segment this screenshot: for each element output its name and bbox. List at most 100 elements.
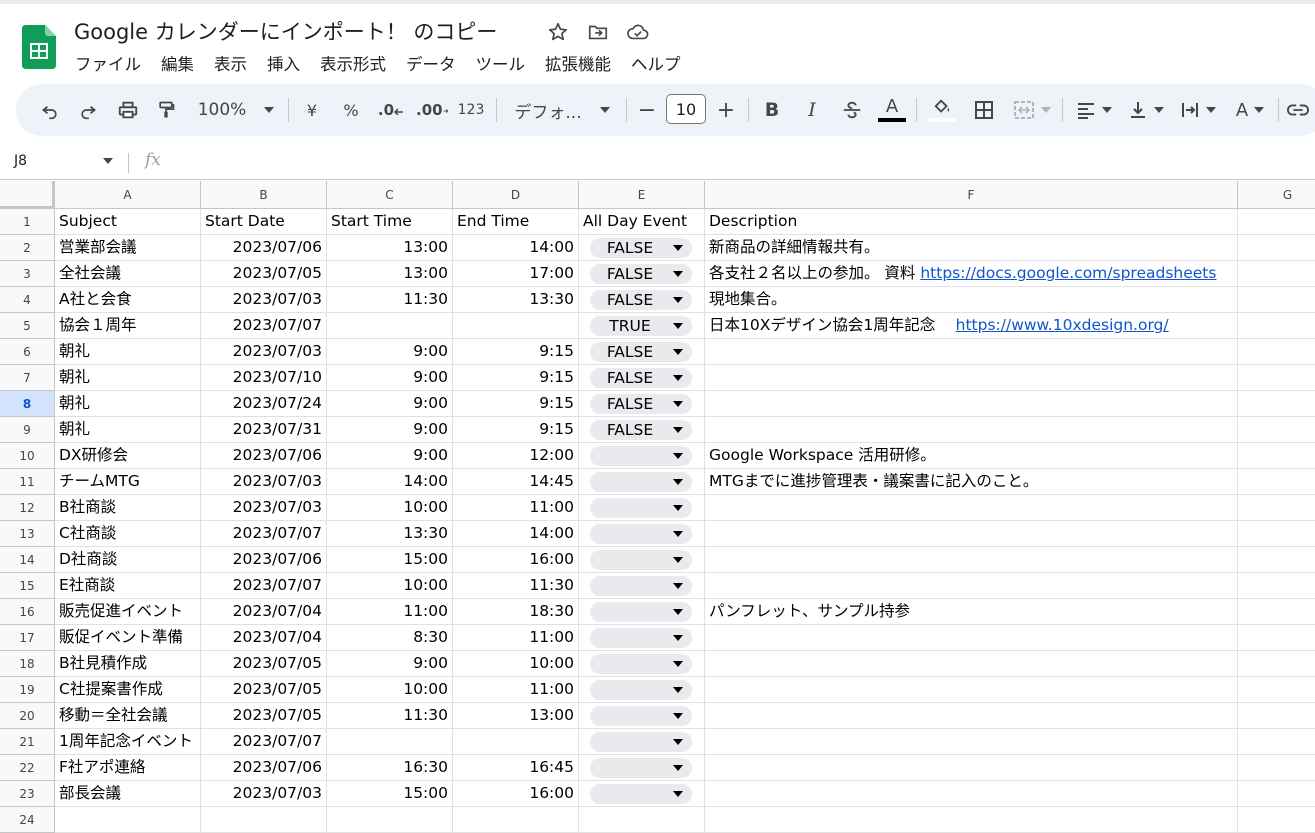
menu-insert[interactable]: 挿入 bbox=[267, 51, 300, 75]
cell[interactable] bbox=[579, 677, 705, 703]
cell[interactable] bbox=[453, 807, 579, 833]
borders-icon[interactable] bbox=[970, 84, 998, 136]
cell[interactable]: 移動＝全社会議 bbox=[55, 703, 201, 729]
cell[interactable]: Start Time bbox=[327, 209, 453, 235]
cell[interactable] bbox=[453, 729, 579, 755]
cell[interactable] bbox=[1238, 313, 1315, 339]
cell[interactable]: Start Date bbox=[201, 209, 327, 235]
cell[interactable] bbox=[55, 807, 201, 833]
cell[interactable] bbox=[579, 495, 705, 521]
cell[interactable]: A社と会食 bbox=[55, 287, 201, 313]
cell[interactable]: C社提案書作成 bbox=[55, 677, 201, 703]
row-header[interactable]: 5 bbox=[0, 313, 55, 339]
row-header[interactable]: 7 bbox=[0, 365, 55, 391]
cell[interactable]: FALSE bbox=[579, 391, 705, 417]
cell[interactable]: 9:00 bbox=[327, 365, 453, 391]
cell[interactable]: FALSE bbox=[579, 365, 705, 391]
cell[interactable]: 11:00 bbox=[453, 677, 579, 703]
cell[interactable]: 2023/07/24 bbox=[201, 391, 327, 417]
paint-format-icon[interactable] bbox=[152, 84, 180, 136]
cell[interactable]: FALSE bbox=[579, 287, 705, 313]
hyperlink[interactable]: https://www.10xdesign.org/ bbox=[956, 316, 1169, 334]
chevron-down-icon[interactable] bbox=[103, 158, 113, 164]
cell[interactable]: 朝礼 bbox=[55, 391, 201, 417]
cell[interactable]: End Time bbox=[453, 209, 579, 235]
cell[interactable] bbox=[579, 521, 705, 547]
all-day-dropdown-chip[interactable] bbox=[590, 732, 692, 752]
cell[interactable] bbox=[579, 443, 705, 469]
cell[interactable] bbox=[705, 677, 1238, 703]
cell[interactable]: 日本10Xデザイン協会1周年記念 https://www.10xdesign.o… bbox=[705, 313, 1238, 339]
column-header-b[interactable]: B bbox=[201, 181, 327, 209]
cell[interactable]: 2023/07/04 bbox=[201, 599, 327, 625]
cell[interactable]: Description bbox=[705, 209, 1238, 235]
cell[interactable]: FALSE bbox=[579, 339, 705, 365]
cell[interactable]: B社商談 bbox=[55, 495, 201, 521]
cell[interactable]: 14:45 bbox=[453, 469, 579, 495]
text-rotation-button[interactable]: A bbox=[1228, 84, 1272, 136]
sheets-logo-icon[interactable] bbox=[22, 25, 56, 69]
document-title[interactable]: Google カレンダーにインポート！ のコピー bbox=[74, 16, 497, 46]
zoom-select[interactable]: 100% bbox=[192, 84, 280, 136]
cell[interactable]: TRUE bbox=[579, 313, 705, 339]
cell[interactable]: 11:30 bbox=[327, 287, 453, 313]
column-header-c[interactable]: C bbox=[327, 181, 453, 209]
print-icon[interactable] bbox=[114, 84, 142, 136]
all-day-dropdown-chip[interactable] bbox=[590, 472, 692, 492]
cell[interactable]: 17:00 bbox=[453, 261, 579, 287]
cell[interactable] bbox=[705, 339, 1238, 365]
cell[interactable]: 2023/07/03 bbox=[201, 339, 327, 365]
cell[interactable]: 新商品の詳細情報共有。 bbox=[705, 235, 1238, 261]
cell[interactable] bbox=[1238, 365, 1315, 391]
cell[interactable] bbox=[1238, 703, 1315, 729]
increase-font-size-button[interactable]: + bbox=[715, 84, 737, 136]
all-day-dropdown-chip[interactable] bbox=[590, 524, 692, 544]
row-header[interactable]: 1 bbox=[0, 209, 55, 235]
cell[interactable]: 13:00 bbox=[327, 261, 453, 287]
cell[interactable]: 2023/07/07 bbox=[201, 313, 327, 339]
cell[interactable]: 現地集合。 bbox=[705, 287, 1238, 313]
cell[interactable]: 11:00 bbox=[453, 495, 579, 521]
increase-decimal-button[interactable]: .00 bbox=[416, 84, 448, 136]
cell[interactable]: 2023/07/03 bbox=[201, 287, 327, 313]
row-header[interactable]: 24 bbox=[0, 807, 55, 833]
column-header-d[interactable]: D bbox=[453, 181, 579, 209]
cell[interactable]: 9:00 bbox=[327, 651, 453, 677]
cell[interactable]: 2023/07/06 bbox=[201, 547, 327, 573]
cell[interactable] bbox=[327, 313, 453, 339]
menu-tools[interactable]: ツール bbox=[476, 51, 526, 75]
fill-color-icon[interactable] bbox=[926, 84, 958, 136]
cell[interactable]: 2023/07/06 bbox=[201, 443, 327, 469]
cell[interactable]: 2023/07/05 bbox=[201, 261, 327, 287]
row-header[interactable]: 2 bbox=[0, 235, 55, 261]
cell[interactable]: 2023/07/07 bbox=[201, 521, 327, 547]
font-select[interactable]: デフォ... bbox=[510, 84, 614, 136]
cell[interactable] bbox=[705, 495, 1238, 521]
cell[interactable]: 11:00 bbox=[327, 599, 453, 625]
merge-cells-icon[interactable] bbox=[1010, 84, 1054, 136]
cell[interactable] bbox=[1238, 209, 1315, 235]
cell[interactable] bbox=[1238, 417, 1315, 443]
cell[interactable]: Subject bbox=[55, 209, 201, 235]
cell[interactable]: 9:15 bbox=[453, 365, 579, 391]
cell[interactable]: 15:00 bbox=[327, 781, 453, 807]
font-size-input[interactable]: 10 bbox=[666, 94, 706, 124]
cell[interactable] bbox=[1238, 573, 1315, 599]
cell[interactable]: 2023/07/05 bbox=[201, 703, 327, 729]
cell[interactable] bbox=[1238, 755, 1315, 781]
cell[interactable] bbox=[1238, 729, 1315, 755]
cell[interactable] bbox=[705, 625, 1238, 651]
cell[interactable]: 18:30 bbox=[453, 599, 579, 625]
cell[interactable] bbox=[1238, 287, 1315, 313]
row-header[interactable]: 11 bbox=[0, 469, 55, 495]
menu-edit[interactable]: 編集 bbox=[161, 51, 194, 75]
menu-view[interactable]: 表示 bbox=[214, 51, 247, 75]
all-day-dropdown-chip[interactable]: FALSE bbox=[590, 290, 692, 310]
cell[interactable]: 9:00 bbox=[327, 417, 453, 443]
all-day-dropdown-chip[interactable] bbox=[590, 706, 692, 726]
all-day-dropdown-chip[interactable] bbox=[590, 758, 692, 778]
insert-link-icon[interactable] bbox=[1284, 84, 1312, 136]
menu-file[interactable]: ファイル bbox=[75, 51, 141, 75]
cell[interactable]: 1周年記念イベント bbox=[55, 729, 201, 755]
text-wrap-icon[interactable] bbox=[1176, 84, 1220, 136]
